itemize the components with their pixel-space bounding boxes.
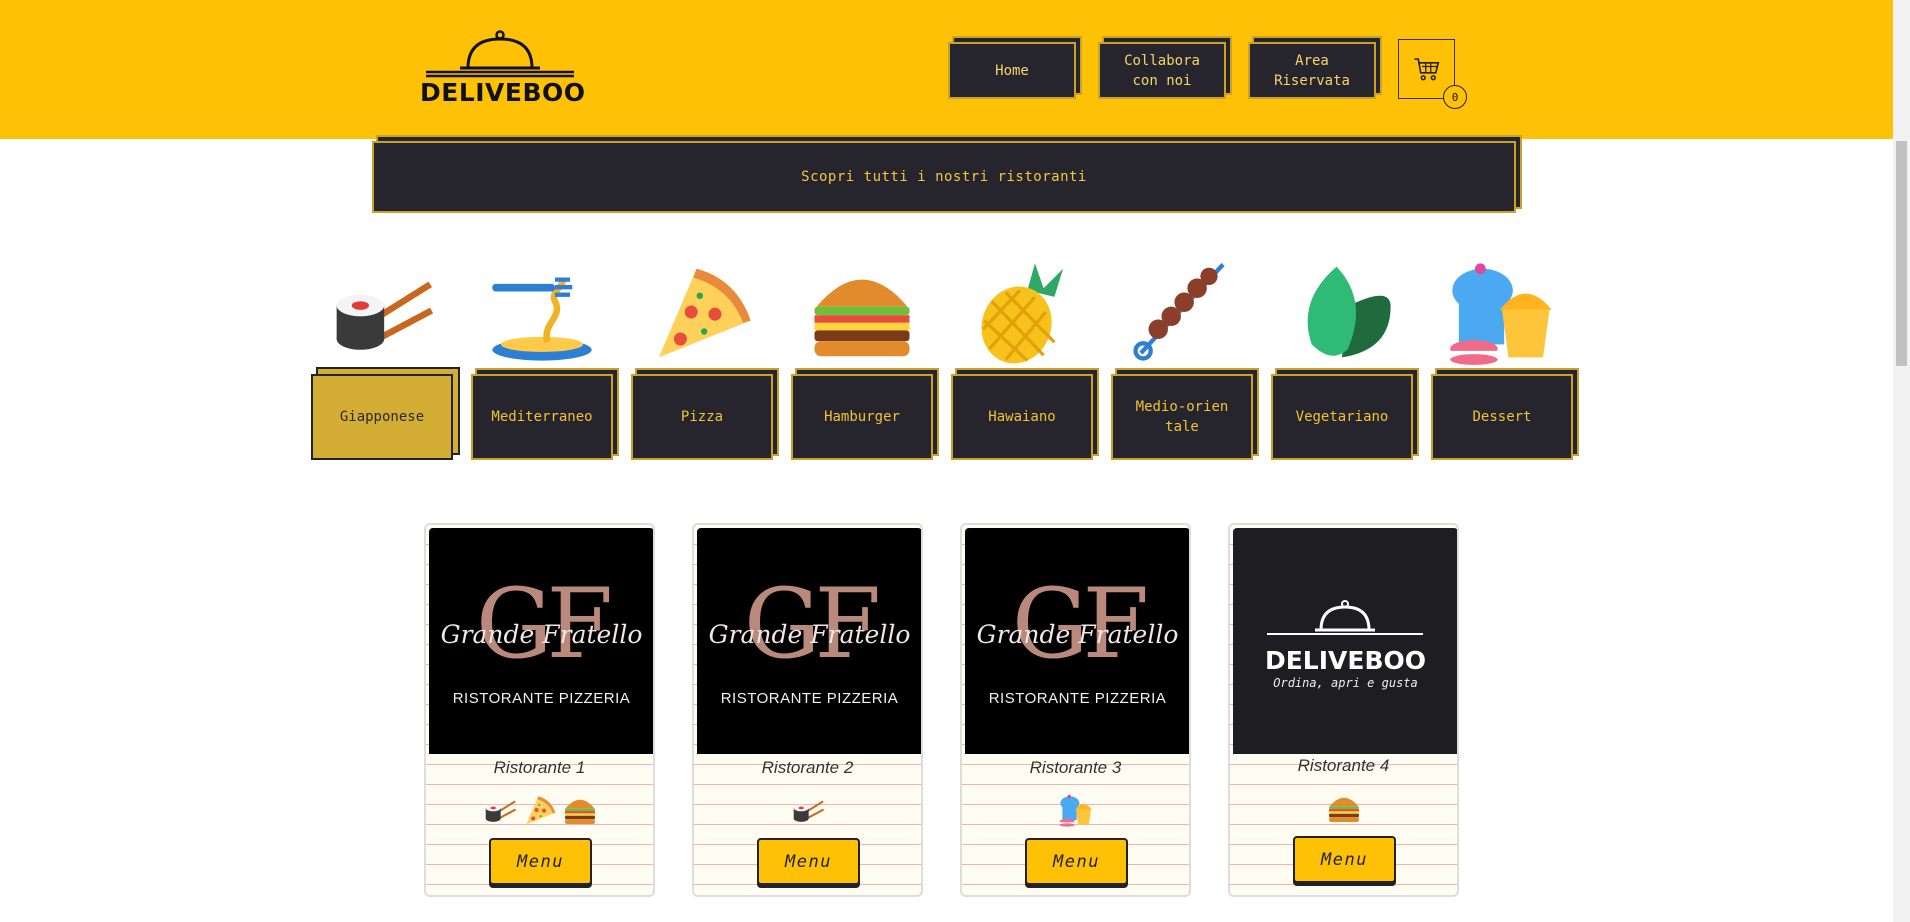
site-header: DELIVEBOO Home Collabora con noi Area Ri… xyxy=(0,0,1893,139)
menu-button[interactable]: Menu xyxy=(489,838,592,885)
restaurant-name: Ristorante 3 xyxy=(1029,758,1122,777)
restaurant-categories xyxy=(694,793,921,827)
sushi-icon xyxy=(791,793,825,827)
restaurant-logo: GF Grande Fratello RISTORANTE PIZZERIA xyxy=(429,528,653,754)
logo-title: DELIVEBOO xyxy=(1264,646,1427,675)
menu-button[interactable]: Menu xyxy=(1293,836,1396,883)
restaurant-card[interactable]: GF Grande Fratello RISTORANTE PIZZERIA R… xyxy=(424,523,655,897)
burger-icon xyxy=(563,793,597,827)
nav-area-riservata-button[interactable]: Area Riservata xyxy=(1248,42,1376,99)
pizza-icon xyxy=(523,793,557,827)
restaurant-logo: GF Grande Fratello RISTORANTE PIZZERIA xyxy=(965,528,1189,754)
category-dessert-button[interactable]: Dessert xyxy=(1431,374,1573,460)
category-giapponese-button[interactable]: Giapponese xyxy=(311,374,453,460)
sushi-icon xyxy=(483,793,517,827)
restaurant-card[interactable]: GF Grande Fratello RISTORANTE PIZZERIA R… xyxy=(692,523,923,897)
restaurant-categories xyxy=(426,793,653,827)
sushi-icon xyxy=(328,258,436,366)
category-pizza-button[interactable]: Pizza xyxy=(631,374,773,460)
pineapple-icon xyxy=(968,258,1076,366)
nav-area-riservata-label: Area Riservata xyxy=(1274,52,1350,89)
cloche-icon xyxy=(1267,600,1423,635)
category-vegetariano-button[interactable]: Vegetariano xyxy=(1271,374,1413,460)
nav-home-button[interactable]: Home xyxy=(948,42,1076,99)
restaurant-card[interactable]: DELIVEBOO Ordina, apri e gusta Ristorant… xyxy=(1228,523,1459,897)
category-hamburger-button[interactable]: Hamburger xyxy=(791,374,933,460)
category-label: Pizza xyxy=(680,409,724,425)
burger-icon xyxy=(808,258,916,366)
banner-label: Scopri tutti i nostri ristoranti xyxy=(801,169,1087,185)
nav-home-label: Home xyxy=(995,62,1029,79)
cart-icon xyxy=(1412,54,1442,84)
category-label: Hamburger xyxy=(824,409,900,425)
logo-subtitle: RISTORANTE PIZZERIA xyxy=(988,690,1167,707)
pizza-icon xyxy=(648,258,756,366)
logo-tagline: Ordina, apri e gusta xyxy=(1273,676,1418,690)
category-label: Mediterraneo xyxy=(491,409,593,425)
all-restaurants-banner[interactable]: Scopri tutti i nostri ristoranti xyxy=(372,141,1516,213)
page-scrollbar[interactable] xyxy=(1893,0,1910,922)
restaurant-categories xyxy=(962,793,1189,827)
logo-script: Grande Fratello xyxy=(708,620,911,649)
category-label: Vegetariano xyxy=(1295,409,1389,425)
category-medio-orientale-button[interactable]: Medio-orientale xyxy=(1111,374,1253,460)
brand-name: DELIVEBOO xyxy=(420,78,586,107)
restaurant-logo: GF Grande Fratello RISTORANTE PIZZERIA xyxy=(697,528,921,754)
brand-logo[interactable]: DELIVEBOO xyxy=(420,30,586,107)
menu-button[interactable]: Menu xyxy=(1025,838,1128,885)
category-label: Medio-orientale xyxy=(1135,399,1229,435)
cupcake-icon xyxy=(1448,258,1556,366)
logo-subtitle: RISTORANTE PIZZERIA xyxy=(720,690,899,707)
nav-collabora-button[interactable]: Collabora con noi xyxy=(1098,42,1226,99)
logo-script: Grande Fratello xyxy=(440,620,643,649)
kebab-icon xyxy=(1128,258,1236,366)
logo-script: Grande Fratello xyxy=(976,620,1179,649)
menu-button[interactable]: Menu xyxy=(757,838,860,885)
restaurant-categories xyxy=(1230,791,1457,825)
category-label: Dessert xyxy=(1472,409,1532,425)
category-hawaiano-button[interactable]: Hawaiano xyxy=(951,374,1093,460)
category-label: Giapponese xyxy=(339,409,425,425)
restaurant-name: Ristorante 1 xyxy=(493,758,586,777)
logo-subtitle: RISTORANTE PIZZERIA xyxy=(452,690,631,707)
restaurant-name: Ristorante 4 xyxy=(1297,756,1390,775)
burger-icon xyxy=(1327,791,1361,825)
restaurant-name: Ristorante 2 xyxy=(761,758,854,777)
cloche-icon xyxy=(426,30,574,78)
category-label: Hawaiano xyxy=(988,409,1056,425)
cupcake-icon xyxy=(1059,793,1093,827)
nav-collabora-label: Collabora con noi xyxy=(1124,52,1200,89)
scrollbar-thumb[interactable] xyxy=(1896,141,1907,366)
restaurant-card[interactable]: GF Grande Fratello RISTORANTE PIZZERIA R… xyxy=(960,523,1191,897)
restaurant-logo: DELIVEBOO Ordina, apri e gusta xyxy=(1233,528,1457,754)
cart-count-badge: 0 xyxy=(1443,85,1467,109)
category-mediterraneo-button[interactable]: Mediterraneo xyxy=(471,374,613,460)
leaf-icon xyxy=(1288,258,1396,366)
pasta-icon xyxy=(488,258,596,366)
